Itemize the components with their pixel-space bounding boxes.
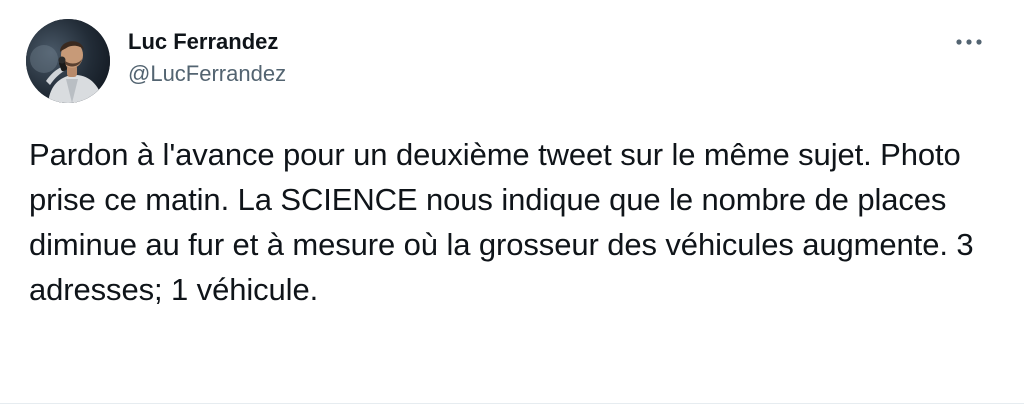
author-handle[interactable]: @LucFerrandez bbox=[128, 60, 286, 88]
avatar[interactable] bbox=[26, 19, 110, 103]
profile-photo-icon bbox=[26, 19, 110, 103]
author-display-name[interactable]: Luc Ferrandez bbox=[128, 28, 286, 56]
tweet-card: Luc Ferrandez @LucFerrandez Pardon à l'a… bbox=[0, 0, 1024, 404]
tweet-text: Pardon à l'avance pour un deuxième tweet… bbox=[29, 137, 974, 307]
author-info: Luc Ferrandez @LucFerrandez bbox=[128, 28, 286, 88]
more-options-button[interactable] bbox=[954, 30, 984, 54]
more-options-icon bbox=[956, 39, 982, 45]
